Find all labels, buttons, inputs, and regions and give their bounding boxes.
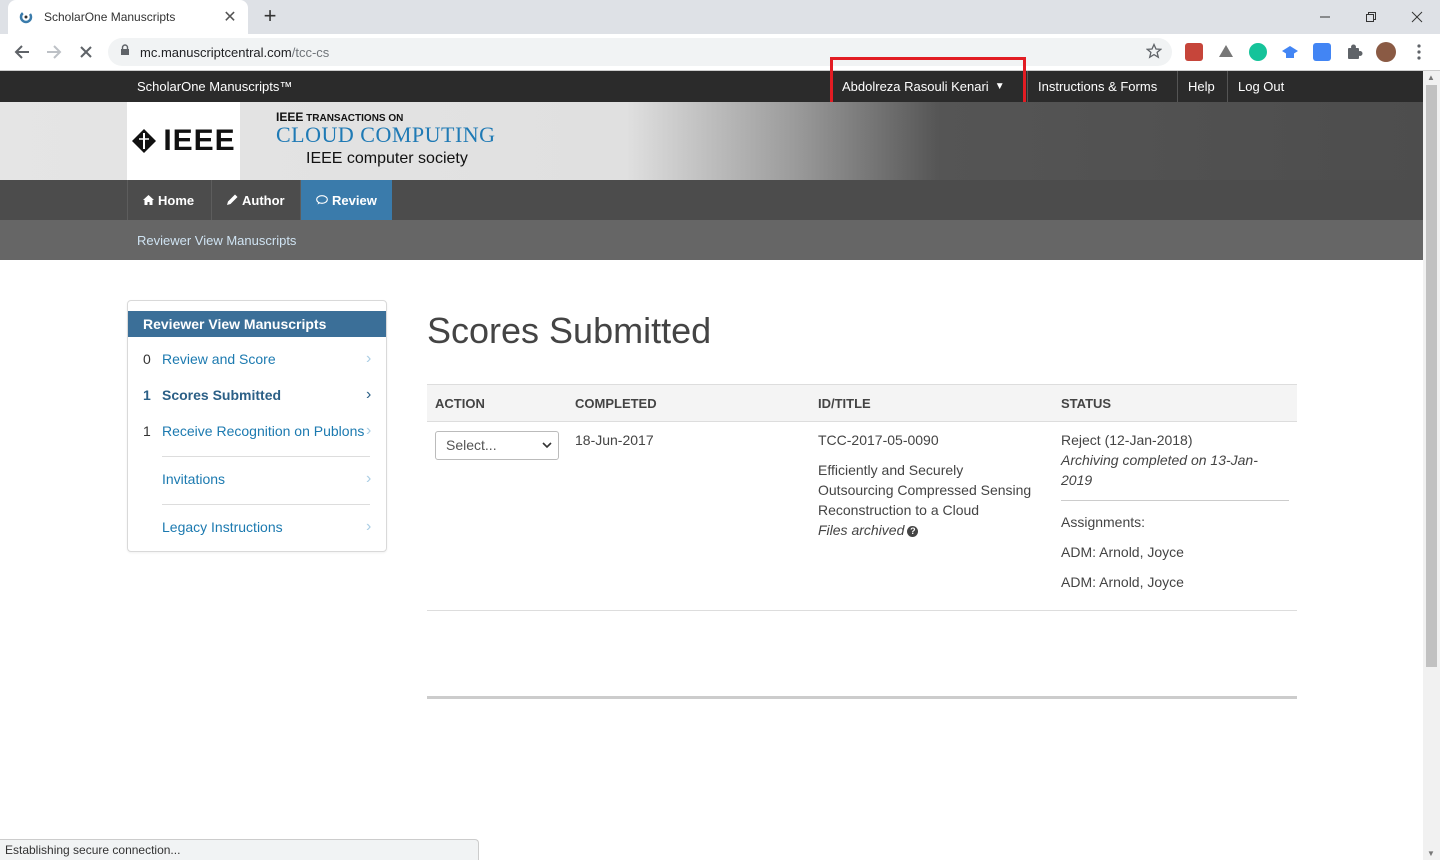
stop-loading-icon[interactable] bbox=[74, 40, 98, 64]
journal-name: CLOUD COMPUTING bbox=[276, 122, 496, 147]
comment-icon bbox=[316, 193, 328, 208]
table-row-divider bbox=[427, 610, 1297, 611]
status-decision: Reject (12-Jan-2018) bbox=[1061, 432, 1193, 448]
sidebar-item-count: 1 bbox=[143, 423, 151, 439]
assignment-entry: ADM: Arnold, Joyce bbox=[1061, 574, 1184, 590]
sidebar-item-invitations[interactable]: Invitations › bbox=[128, 461, 386, 497]
sidebar-panel: Reviewer View Manuscripts 0 Review and S… bbox=[127, 300, 387, 552]
home-icon bbox=[143, 193, 154, 208]
nav-author[interactable]: Author bbox=[211, 180, 300, 220]
sidebar-divider bbox=[162, 456, 370, 457]
sidebar-title: Reviewer View Manuscripts bbox=[128, 311, 386, 337]
browser-toolbar: mc.manuscriptcentral.com/tcc-cs bbox=[0, 34, 1440, 71]
browser-tab[interactable]: ScholarOne Manuscripts ✕ bbox=[8, 0, 248, 34]
sidebar-item-label: Invitations bbox=[162, 471, 226, 487]
ieee-logo[interactable]: IEEE bbox=[127, 102, 240, 180]
tab-title: ScholarOne Manuscripts bbox=[44, 10, 176, 24]
sidebar-item-review-and-score[interactable]: 0 Review and Score › bbox=[128, 341, 386, 377]
scroll-down-icon[interactable]: ▼ bbox=[1427, 849, 1435, 858]
scholarone-favicon-icon bbox=[18, 9, 34, 25]
restore-icon[interactable] bbox=[1348, 0, 1394, 34]
action-select[interactable]: Select... bbox=[435, 431, 559, 460]
manuscript-id: TCC-2017-05-0090 bbox=[818, 432, 939, 448]
minimize-icon[interactable] bbox=[1302, 0, 1348, 34]
bookmark-star-icon[interactable] bbox=[1145, 42, 1163, 64]
extensions-puzzle-icon[interactable] bbox=[1345, 43, 1363, 61]
scrollbar-thumb[interactable] bbox=[1426, 85, 1437, 667]
brand-name: ScholarOne Manuscripts™ bbox=[137, 79, 293, 94]
drive-extension-icon[interactable] bbox=[1217, 43, 1235, 61]
sidebar-divider bbox=[162, 504, 370, 505]
chevron-right-icon: › bbox=[366, 386, 372, 403]
nav-home[interactable]: Home bbox=[127, 180, 209, 220]
profile-avatar[interactable] bbox=[1376, 42, 1396, 62]
archive-note-line: 2019 bbox=[1061, 472, 1093, 488]
files-archived-note: Files archived? bbox=[818, 522, 919, 538]
column-header-completed: COMPLETED bbox=[575, 396, 657, 411]
manuscript-title-line: Reconstruction to a Cloud bbox=[818, 502, 980, 518]
sidebar-item-label: Legacy Instructions bbox=[162, 519, 283, 535]
url-text: mc.manuscriptcentral.com/tcc-cs bbox=[140, 44, 330, 60]
sidebar-item-label: Scores Submitted bbox=[162, 387, 282, 403]
instructions-forms-link[interactable]: Instructions & Forms bbox=[1027, 71, 1167, 102]
chevron-right-icon: › bbox=[366, 518, 372, 535]
main-navigation: Home Author Review bbox=[0, 180, 1423, 220]
sidebar-item-count: 0 bbox=[143, 351, 151, 367]
scroll-up-icon[interactable]: ▲ bbox=[1427, 73, 1435, 82]
manuscript-title-line: Outsourcing Compressed Sensing bbox=[818, 482, 1032, 498]
sidebar-item-receive-recognition[interactable]: 1 Receive Recognition on Publons › bbox=[128, 413, 386, 449]
sidebar-item-legacy-instructions[interactable]: Legacy Instructions › bbox=[128, 509, 386, 545]
chevron-right-icon: › bbox=[366, 470, 372, 487]
back-arrow-icon[interactable] bbox=[10, 40, 34, 64]
translate-extension-icon[interactable] bbox=[1313, 43, 1331, 61]
column-header-action: ACTION bbox=[435, 396, 485, 411]
lock-icon bbox=[120, 43, 130, 61]
page-title: Scores Submitted bbox=[427, 310, 712, 351]
sidebar-item-label: Receive Recognition on Publons bbox=[162, 423, 365, 439]
forward-arrow-icon[interactable] bbox=[42, 40, 66, 64]
tab-close-icon[interactable]: ✕ bbox=[222, 7, 238, 27]
chevron-down-icon bbox=[542, 438, 552, 455]
column-header-id-title: ID/TITLE bbox=[818, 396, 871, 411]
window-close-icon[interactable] bbox=[1394, 0, 1440, 34]
sub-navigation: Reviewer View Manuscripts bbox=[0, 220, 1423, 260]
nav-review[interactable]: Review bbox=[300, 180, 392, 220]
pdf-extension-icon[interactable] bbox=[1185, 43, 1203, 61]
archive-note-line: Archiving completed on 13-Jan- bbox=[1061, 452, 1258, 468]
user-name: Abdolreza Rasouli Kenari bbox=[842, 79, 989, 94]
content-bottom-rule bbox=[427, 696, 1297, 699]
sidebar-item-scores-submitted[interactable]: 1 Scores Submitted › bbox=[128, 377, 386, 413]
sidebar-item-count: 1 bbox=[143, 387, 151, 403]
chevron-right-icon: › bbox=[366, 422, 372, 439]
column-header-status: STATUS bbox=[1061, 396, 1112, 411]
assignment-entry: ADM: Arnold, Joyce bbox=[1061, 544, 1184, 560]
question-help-icon[interactable]: ? bbox=[907, 525, 919, 537]
breadcrumb-reviewer-view[interactable]: Reviewer View Manuscripts bbox=[137, 233, 296, 248]
address-bar[interactable]: mc.manuscriptcentral.com/tcc-cs bbox=[108, 38, 1172, 66]
assignments-label: Assignments: bbox=[1061, 514, 1146, 530]
scholar-extension-icon[interactable] bbox=[1281, 43, 1299, 61]
manuscript-title-line: Efficiently and Securely bbox=[818, 462, 964, 478]
ieee-diamond-icon bbox=[132, 129, 157, 153]
completed-date: 18-Jun-2017 bbox=[575, 432, 654, 448]
logout-link[interactable]: Log Out bbox=[1227, 71, 1294, 102]
new-tab-button[interactable]: + bbox=[258, 4, 282, 28]
status-divider bbox=[1061, 500, 1289, 501]
society-name: IEEE computer society bbox=[306, 150, 468, 167]
caret-down-icon: ▼ bbox=[994, 81, 1005, 92]
browser-status-bar: Establishing secure connection... bbox=[0, 839, 479, 860]
table-header: ACTION COMPLETED ID/TITLE STATUS bbox=[427, 384, 1297, 422]
page-scrollbar[interactable]: ▲ ▼ bbox=[1423, 71, 1440, 860]
help-link[interactable]: Help bbox=[1177, 71, 1225, 102]
pencil-icon bbox=[227, 193, 238, 208]
journal-banner: IEEE IEEE TRANSACTIONS ON CLOUD COMPUTIN… bbox=[0, 102, 1423, 180]
browser-tab-strip: ScholarOne Manuscripts ✕ + bbox=[0, 0, 1440, 34]
grammarly-extension-icon[interactable] bbox=[1249, 43, 1267, 61]
sidebar-item-label: Review and Score bbox=[162, 351, 276, 367]
chevron-right-icon: › bbox=[366, 350, 372, 367]
site-top-bar: ScholarOne Manuscripts™ Abdolreza Rasoul… bbox=[0, 71, 1423, 102]
journal-title-block: IEEE TRANSACTIONS ON CLOUD COMPUTING IEE… bbox=[276, 110, 496, 168]
browser-menu-icon[interactable] bbox=[1410, 43, 1428, 61]
user-menu[interactable]: Abdolreza Rasouli Kenari ▼ bbox=[834, 71, 1013, 102]
